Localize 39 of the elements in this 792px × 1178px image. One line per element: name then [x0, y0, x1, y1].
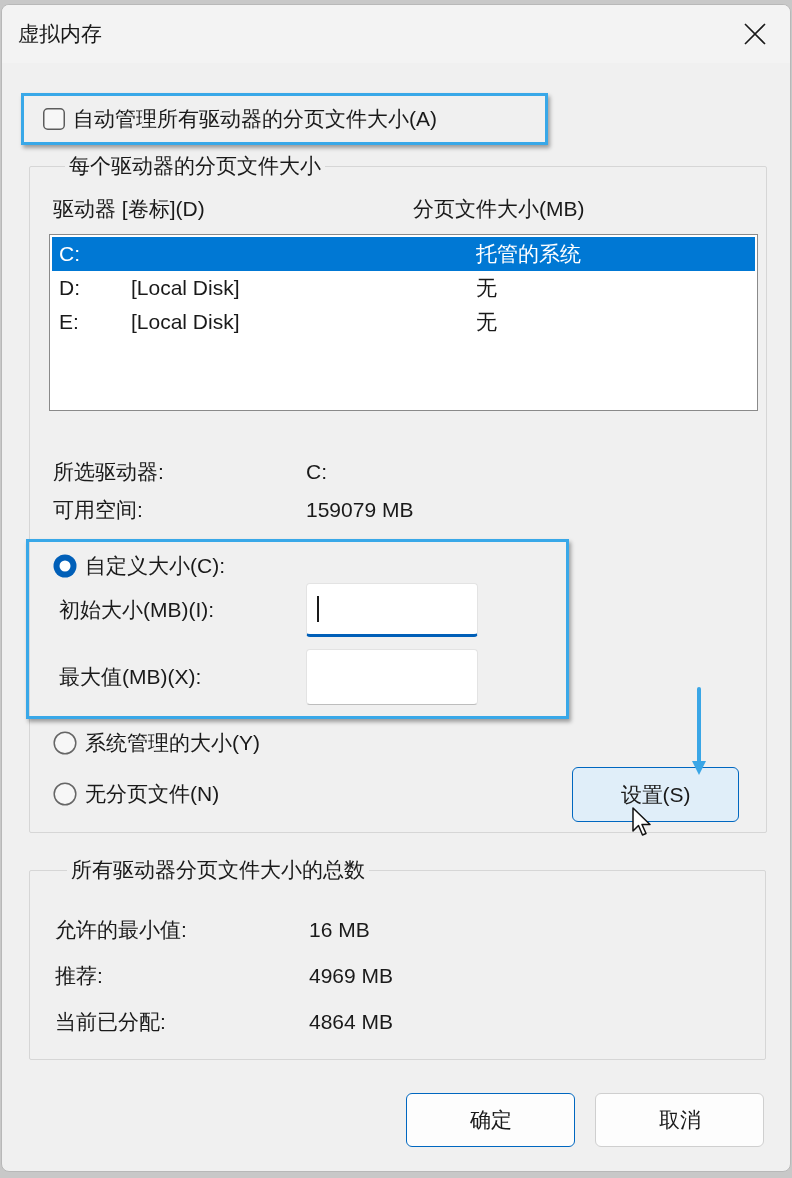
drive-letter: E: — [59, 310, 80, 334]
info-label: 所选驱动器: — [53, 460, 165, 484]
input-field[interactable] — [306, 583, 478, 637]
info-label: 推荐: — [55, 964, 104, 988]
group-title: 所有驱动器分页文件大小的总数 — [70, 857, 366, 883]
input-field[interactable] — [306, 649, 478, 705]
volume-label: [Local Disk] — [131, 310, 240, 333]
list-row[interactable]: C: 托管的系统 — [52, 237, 755, 271]
volume-label: [Local Disk] — [131, 276, 240, 299]
radio-option[interactable]: 自定义大小(C): — [53, 553, 225, 579]
info-label: 允许的最小值: — [55, 918, 188, 942]
radio-option[interactable]: 无分页文件(N) — [53, 782, 220, 806]
column-header: 驱动器 [卷标](D) — [53, 197, 206, 221]
info-value: 4969 MB — [309, 964, 394, 988]
set-button[interactable]: 设置(S) — [572, 767, 739, 822]
mouse-pointer-icon — [632, 807, 652, 837]
column-header: 分页文件大小(MB) — [413, 197, 585, 221]
close-icon — [744, 23, 766, 45]
drive-letter: D: — [59, 276, 81, 300]
info-value: 4864 MB — [309, 1010, 394, 1034]
dialog-button[interactable]: 取消 — [595, 1093, 764, 1147]
page-file-size: 无 — [476, 310, 497, 334]
info-label: 当前已分配: — [55, 1010, 167, 1034]
info-label: 可用空间: — [53, 498, 144, 522]
window-title: 虚拟内存 — [18, 21, 102, 47]
field-label: 初始大小(MB)(I): — [59, 598, 216, 622]
group-title: 每个驱动器的分页文件大小 — [68, 153, 322, 179]
info-value: C: — [306, 460, 327, 484]
dialog-button[interactable]: 确定 — [406, 1093, 575, 1147]
radio-option[interactable]: 系统管理的大小(Y) — [53, 731, 260, 755]
info-value: 159079 MB — [306, 498, 414, 522]
page-file-size: 无 — [476, 276, 497, 300]
info-value: 16 MB — [309, 918, 370, 942]
drive-list[interactable]: C: 托管的系统 D: [Local Disk] 无 E: [Local Disk] 无 — [49, 234, 758, 411]
drive-letter: C: — [59, 242, 81, 266]
field-label: 最大值(MB)(X): — [59, 665, 203, 689]
checkbox-option[interactable]: 自动管理所有驱动器的分页文件大小(A) — [43, 106, 437, 132]
text-cursor-icon — [317, 596, 319, 622]
page-file-size: 托管的系统 — [476, 242, 581, 266]
